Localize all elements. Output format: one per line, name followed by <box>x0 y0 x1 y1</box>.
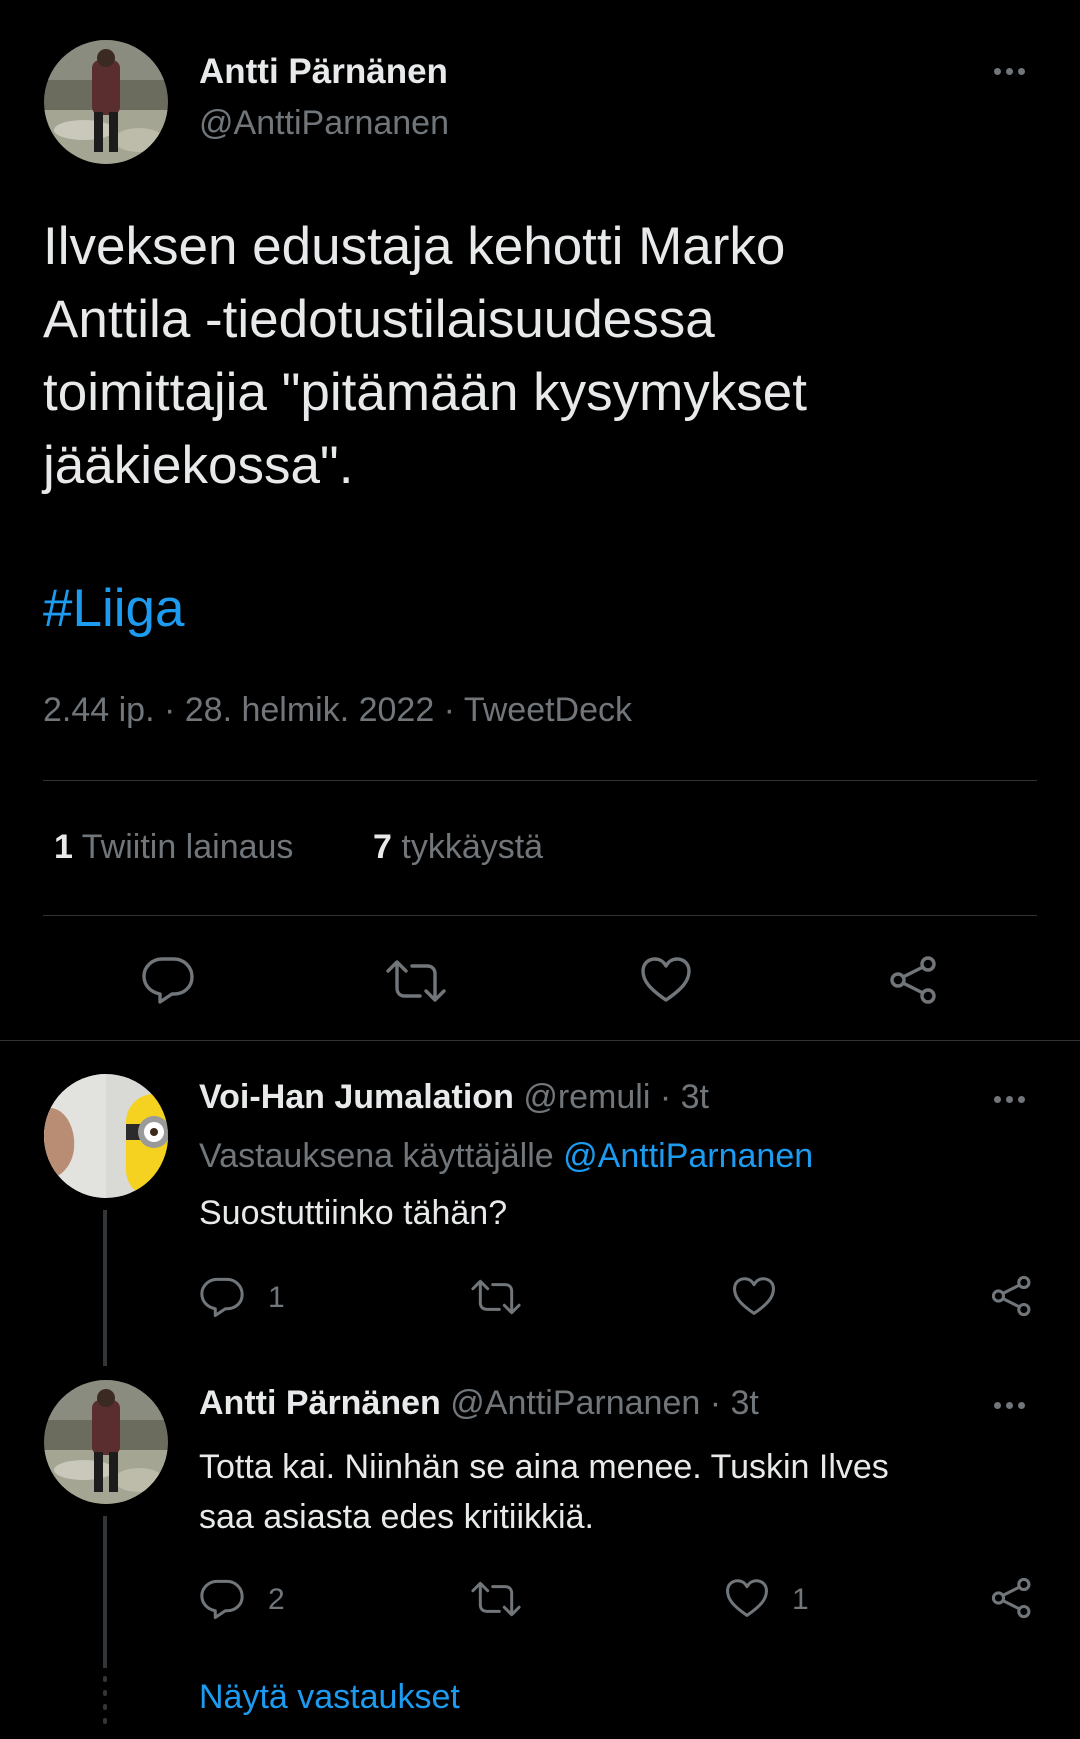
thread-line <box>103 1516 107 1668</box>
reply-time[interactable]: · 3t <box>710 1384 759 1422</box>
likes-stat[interactable]: 7 tykkäystä <box>373 828 543 867</box>
like-icon[interactable] <box>732 1276 776 1317</box>
retweet-icon[interactable] <box>471 1580 521 1618</box>
author-avatar[interactable] <box>44 40 168 164</box>
share-icon[interactable] <box>990 1576 1034 1620</box>
tweet-text-line: Anttila -tiedotustilaisuudessa <box>43 290 715 349</box>
reply-text-line: saa asiasta edes kritiikkiä. <box>199 1498 594 1536</box>
divider <box>0 1040 1080 1041</box>
likes-count: 7 <box>373 828 392 866</box>
retweet-icon[interactable] <box>471 1278 521 1316</box>
reply-avatar[interactable] <box>44 1074 168 1198</box>
reply-header: Voi-Han Jumalation @remuli · 3t <box>199 1078 709 1117</box>
more-icon[interactable] <box>994 68 1025 75</box>
hashtag-link[interactable]: #Liiga <box>43 578 184 639</box>
reply-author-name[interactable]: Antti Pärnänen <box>199 1384 441 1422</box>
reply-icon[interactable] <box>142 955 194 1005</box>
like-icon[interactable] <box>640 956 692 1004</box>
likes-label: tykkäystä <box>401 828 544 866</box>
reply-avatar[interactable] <box>44 1380 168 1504</box>
share-icon[interactable] <box>990 1274 1034 1318</box>
more-icon[interactable] <box>994 1402 1025 1409</box>
quotes-stat[interactable]: 1 Twiitin lainaus <box>54 828 293 867</box>
like-icon[interactable] <box>725 1578 769 1619</box>
author-name[interactable]: Antti Pärnänen <box>199 52 448 92</box>
reply-count: 2 <box>268 1583 285 1616</box>
replying-to: Vastauksena käyttäjälle @AnttiParnanen <box>199 1137 813 1176</box>
replying-prefix: Vastauksena käyttäjälle <box>199 1137 554 1175</box>
tweet-text: Ilveksen edustaja kehotti Marko Anttila … <box>43 210 807 502</box>
thread-line <box>103 1210 107 1366</box>
tweet-text-line: toimittajia "pitämään kysymykset <box>43 363 807 422</box>
mention-link[interactable]: @AnttiParnanen <box>563 1137 813 1175</box>
divider <box>43 915 1037 916</box>
reply-header: Antti Pärnänen @AnttiParnanen · 3t <box>199 1384 759 1423</box>
retweet-icon[interactable] <box>386 958 446 1004</box>
reply-author-handle[interactable]: @remuli <box>523 1078 650 1116</box>
author-handle[interactable]: @AnttiParnanen <box>199 104 449 143</box>
quotes-label: Twiitin lainaus <box>81 828 294 866</box>
tweet-meta: 2.44 ip. · 28. helmik. 2022 · TweetDeck <box>43 691 633 729</box>
reply-text: Suostuttiinko tähän? <box>199 1194 508 1232</box>
reply-author-name[interactable]: Voi-Han Jumalation <box>199 1078 514 1116</box>
reply-icon[interactable] <box>200 1578 244 1620</box>
reply-text: Totta kai. Niinhän se aina menee. Tuskin… <box>199 1442 889 1542</box>
reply-author-handle[interactable]: @AnttiParnanen <box>450 1384 700 1422</box>
divider <box>43 780 1037 781</box>
more-icon[interactable] <box>994 1096 1025 1103</box>
quotes-count: 1 <box>54 828 73 866</box>
share-icon[interactable] <box>888 954 940 1006</box>
tweet-text-line: jääkiekossa". <box>43 436 354 495</box>
reply-count: 1 <box>268 1281 285 1314</box>
reply-icon[interactable] <box>200 1276 244 1318</box>
tweet-text-line: Ilveksen edustaja kehotti Marko <box>43 217 786 276</box>
reply-text-line: Totta kai. Niinhän se aina menee. Tuskin… <box>199 1448 889 1486</box>
show-replies-link[interactable]: Näytä vastaukset <box>199 1678 460 1717</box>
like-count: 1 <box>792 1583 809 1616</box>
reply-time[interactable]: · 3t <box>660 1078 709 1116</box>
